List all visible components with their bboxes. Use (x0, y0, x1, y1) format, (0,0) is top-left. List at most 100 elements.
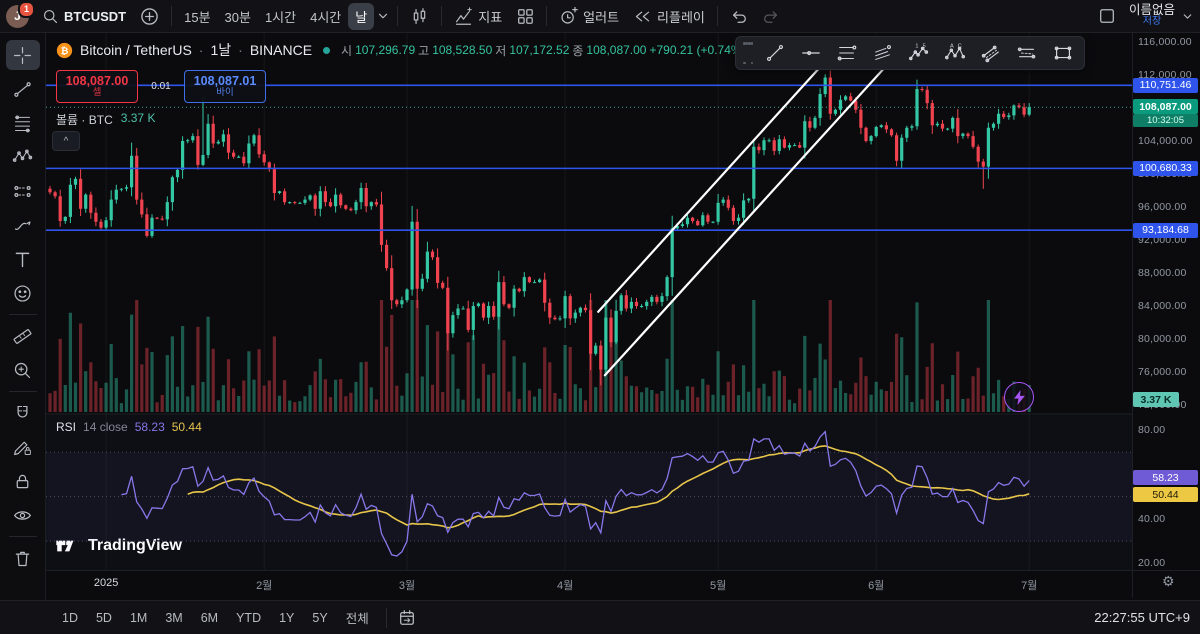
indicators-label: 지표 (478, 9, 503, 25)
session-clock[interactable]: 22:27:55 UTC+9 (1094, 610, 1190, 625)
rsi-ma-value: 50.44 (171, 420, 202, 434)
tool-draw-lock[interactable] (6, 432, 40, 462)
instant-trading-button[interactable] (1004, 382, 1034, 412)
float-tool-rectangle[interactable] (1046, 39, 1080, 67)
range-1y[interactable]: 1Y (273, 607, 300, 629)
goto-date-button[interactable] (392, 607, 422, 629)
symbol-legend[interactable]: ₿ Bitcoin / TetherUS · 1날 · BINANCE 시 107… (56, 40, 746, 60)
float-tool-fib-channel[interactable] (866, 39, 900, 67)
float-tool-xabcd[interactable]: A C (938, 39, 972, 67)
replay-button[interactable]: 리플레이 (626, 4, 712, 29)
fib-channel-icon (875, 44, 892, 60)
float-tool-elliott-wave[interactable]: 1 5 (902, 39, 936, 67)
last-price-label: 108,087.00 (1133, 99, 1198, 115)
rsi-axis-label: 58.23 (1133, 470, 1198, 485)
tool-ruler[interactable] (6, 321, 40, 351)
high-value: 108,528.50 (432, 43, 493, 57)
parallel-channel-icon (981, 45, 999, 63)
chart-style-button[interactable] (403, 4, 436, 29)
symbol-title: Bitcoin / TetherUS (80, 42, 192, 58)
symbol-search-button[interactable]: BTCUSDT (35, 5, 133, 28)
tool-lock-all[interactable] (6, 466, 40, 496)
interval-15m[interactable]: 15분 (177, 3, 217, 30)
range-ytd[interactable]: YTD (230, 607, 267, 629)
goto-date-icon (399, 609, 414, 625)
market-status-dot (323, 46, 331, 54)
tool-delete-all[interactable] (6, 543, 40, 573)
tool-fib-retracement[interactable] (6, 108, 40, 138)
interval-4h[interactable]: 4시간 (303, 3, 348, 30)
lightning-icon (1013, 389, 1025, 405)
time-tick: 4월 (556, 580, 574, 592)
price-tick: 76,000.00 (1138, 366, 1187, 378)
range-1m[interactable]: 1M (124, 607, 153, 629)
rsi-value: 58.23 (134, 420, 165, 434)
fib-retracement-icon (14, 115, 31, 132)
float-tool-fib-retracement[interactable] (830, 39, 864, 67)
compare-add-button[interactable] (133, 4, 166, 29)
interval-1d-selected[interactable]: 날 (348, 2, 375, 30)
trend-line-icon (766, 44, 784, 62)
tool-hide-all[interactable] (6, 500, 40, 530)
interval-1h[interactable]: 1시간 (258, 3, 303, 30)
layout-name-block[interactable]: 이름없음 저장 (1129, 4, 1175, 28)
spread-value: 0.01 (151, 81, 171, 92)
tool-text[interactable] (6, 244, 40, 274)
drawing-toolbar (0, 33, 46, 600)
float-tool-horizontal-line[interactable] (794, 39, 828, 67)
range-6m[interactable]: 6M (195, 607, 224, 629)
tool-prediction[interactable] (6, 176, 40, 206)
volume-bars-down (48, 300, 1026, 412)
emoji-icon (14, 284, 31, 302)
sell-button[interactable]: 108,087.00 셀 (56, 70, 138, 103)
user-avatar[interactable]: J 1 (6, 0, 35, 28)
trend-channel-line[interactable] (597, 49, 837, 313)
rsi-tick: 40.00 (1138, 512, 1166, 525)
range-all[interactable]: 전체 (340, 604, 375, 631)
buy-button[interactable]: 108,087.01 바이 (184, 70, 266, 103)
drag-handle[interactable] (743, 42, 753, 64)
tool-trend-line[interactable] (6, 74, 40, 104)
toolbar-separator (8, 536, 37, 537)
tool-emoji[interactable] (6, 278, 40, 308)
redo-button[interactable] (755, 4, 787, 28)
volume-legend[interactable]: 볼륨 · BTC 3.37 K (56, 111, 155, 128)
price-level-label: 100,680.33 (1133, 160, 1198, 176)
tradingview-logo[interactable]: TradingView (55, 537, 182, 555)
rsi-title: RSI (56, 420, 77, 434)
range-1d[interactable]: 1D (56, 607, 84, 629)
indicators-button[interactable]: 지표 (447, 4, 509, 29)
top-toolbar: J 1 BTCUSDT 15분 30분 1시간 4시간 날 지표 얼러트 리플레… (0, 0, 1200, 33)
undo-button[interactable] (723, 4, 755, 28)
candle-bodies-down (48, 77, 1026, 370)
chevron-down-icon[interactable] (376, 9, 390, 23)
close-value: 108,087.00 (586, 43, 647, 57)
trash-icon (15, 551, 30, 566)
tool-zoom-in[interactable] (6, 355, 40, 385)
float-tool-trend-line[interactable] (758, 39, 792, 67)
axis-settings-gear-icon[interactable]: ⚙ (1162, 573, 1175, 590)
time-tick: 7월 (1021, 580, 1038, 592)
range-5d[interactable]: 5D (90, 607, 118, 629)
floating-drawing-toolbar: 1 5 A C (735, 36, 1085, 70)
alert-button[interactable]: 얼러트 (552, 4, 626, 29)
save-layout-button[interactable] (1091, 4, 1123, 28)
range-5y[interactable]: 5Y (306, 607, 333, 629)
rsi-legend[interactable]: RSI 14 close 58.23 50.44 (56, 420, 202, 434)
tool-pattern[interactable] (6, 142, 40, 172)
tool-magnet[interactable] (6, 398, 40, 428)
range-3m[interactable]: 3M (159, 607, 188, 629)
chevron-down-icon[interactable] (1181, 10, 1194, 23)
trend-channel-line[interactable] (603, 59, 893, 377)
tool-brush[interactable] (6, 210, 40, 240)
float-tool-disjoint-channel[interactable] (1010, 39, 1044, 67)
float-tool-parallel-channel[interactable] (974, 39, 1008, 67)
layout-grid-button[interactable] (509, 4, 541, 28)
symbol-name: BTCUSDT (64, 8, 127, 24)
time-tick: 2025 (93, 577, 119, 589)
interval-30m[interactable]: 30분 (218, 3, 258, 30)
crosshair-icon (14, 46, 31, 64)
pattern-icon (12, 149, 33, 162)
pane-collapse-button[interactable]: ^ (52, 131, 80, 151)
tool-crosshair[interactable] (5, 40, 40, 70)
